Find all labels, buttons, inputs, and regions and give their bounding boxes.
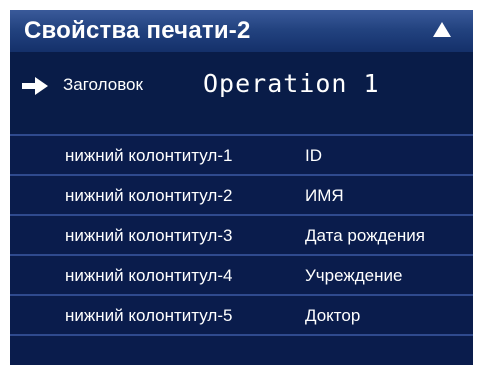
footer-value: ID bbox=[305, 146, 322, 165]
footer-row-2[interactable]: нижний колонтитул-2 ИМЯ bbox=[10, 176, 473, 214]
footer-label: нижний колонтитул-3 bbox=[65, 226, 233, 245]
title-setting-row[interactable]: Заголовок Operation 1 bbox=[10, 52, 473, 134]
footer-row-6[interactable] bbox=[10, 336, 473, 365]
footer-label: нижний колонтитул-4 bbox=[65, 266, 233, 285]
print-settings-screen: Свойства печати-2 Заголовок Operation 1 … bbox=[10, 10, 473, 365]
title-label: Заголовок bbox=[63, 75, 143, 94]
footer-row-3[interactable]: нижний колонтитул-3 Дата рождения bbox=[10, 216, 473, 254]
footer-value: ИМЯ bbox=[305, 186, 344, 205]
menu-title: Свойства печати-2 bbox=[24, 17, 251, 44]
footer-value: Доктор bbox=[305, 306, 361, 325]
right-arrow-icon bbox=[22, 77, 48, 95]
footer-row-5[interactable]: нижний колонтитул-5 Доктор bbox=[10, 296, 473, 334]
footer-value: Учреждение bbox=[305, 266, 403, 285]
title-value[interactable]: Operation 1 bbox=[203, 69, 380, 98]
footer-label: нижний колонтитул-5 bbox=[65, 306, 233, 325]
menu-header: Свойства печати-2 bbox=[10, 10, 473, 52]
footer-row-1[interactable]: нижний колонтитул-1 ID bbox=[10, 136, 473, 174]
scroll-up-icon[interactable] bbox=[433, 22, 451, 37]
footer-label: нижний колонтитул-1 bbox=[65, 146, 233, 165]
footer-row-4[interactable]: нижний колонтитул-4 Учреждение bbox=[10, 256, 473, 294]
footer-value: Дата рождения bbox=[305, 226, 425, 245]
footer-label: нижний колонтитул-2 bbox=[65, 186, 233, 205]
